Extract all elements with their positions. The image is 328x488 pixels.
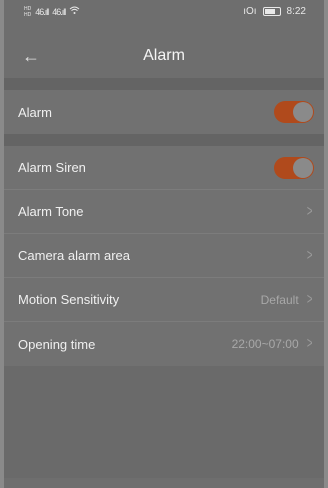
setting-label: Opening time — [18, 336, 96, 352]
signal-icon-2: 46.ıll — [52, 7, 66, 17]
sim2-label: HD — [24, 12, 32, 18]
alarm-section: Alarm — [4, 90, 324, 134]
vibrate-icon: ıOı — [243, 6, 257, 17]
row-right: > — [305, 203, 314, 221]
setting-value: Default — [260, 292, 299, 307]
chevron-right-icon: > — [306, 202, 313, 220]
top-bar: ← Alarm — [4, 34, 324, 78]
row-right: Default > — [261, 291, 314, 309]
back-arrow-icon[interactable]: ← — [22, 46, 40, 67]
setting-row-alarm[interactable]: Alarm — [4, 90, 324, 134]
setting-label: Alarm — [18, 104, 52, 120]
setting-row-alarm-siren[interactable]: Alarm Siren — [4, 146, 324, 190]
setting-row-motion-sensitivity[interactable]: Motion Sensitivity Default > — [4, 278, 324, 322]
signal-icon: 46.ıll — [35, 7, 49, 17]
section-divider — [4, 134, 324, 146]
setting-row-alarm-tone[interactable]: Alarm Tone > — [4, 190, 324, 234]
status-right: ıOı 8:22 — [243, 6, 306, 17]
toggle-knob — [293, 157, 313, 178]
empty-area — [4, 366, 324, 478]
setting-row-opening-time[interactable]: Opening time 22:00~07:00 > — [4, 322, 324, 366]
status-time: 8:22 — [286, 6, 306, 17]
row-right: > — [305, 247, 314, 265]
alarm-siren-toggle[interactable] — [274, 156, 314, 179]
row-right: 22:00~07:00 > — [232, 335, 314, 353]
status-left: HD HD 46.ıll 46.ıll — [24, 6, 80, 18]
chevron-right-icon: > — [306, 335, 313, 352]
toggle-knob — [293, 102, 313, 122]
battery-icon — [262, 7, 281, 16]
chevron-right-icon: > — [306, 290, 313, 308]
status-bar: HD HD 46.ıll 46.ıll ıOı 8:22 — [4, 0, 324, 34]
app-frame: HD HD 46.ıll 46.ıll ıOı 8:22 ← Alarm Ala… — [0, 0, 328, 488]
setting-label: Camera alarm area — [18, 248, 130, 263]
page-title: Alarm — [143, 47, 185, 64]
wifi-icon — [69, 6, 80, 18]
alarm-settings-section: Alarm Siren Alarm Tone > Camera alarm ar… — [4, 146, 324, 366]
sim-icons: HD HD — [24, 6, 31, 18]
setting-label: Alarm Siren — [18, 160, 86, 175]
section-divider — [4, 78, 324, 90]
setting-label: Alarm Tone — [18, 204, 84, 219]
alarm-toggle[interactable] — [274, 101, 314, 123]
setting-value: 22:00~07:00 — [231, 337, 299, 351]
setting-label: Motion Sensitivity — [18, 292, 120, 307]
chevron-right-icon: > — [306, 246, 313, 264]
setting-row-camera-alarm-area[interactable]: Camera alarm area > — [4, 234, 324, 278]
